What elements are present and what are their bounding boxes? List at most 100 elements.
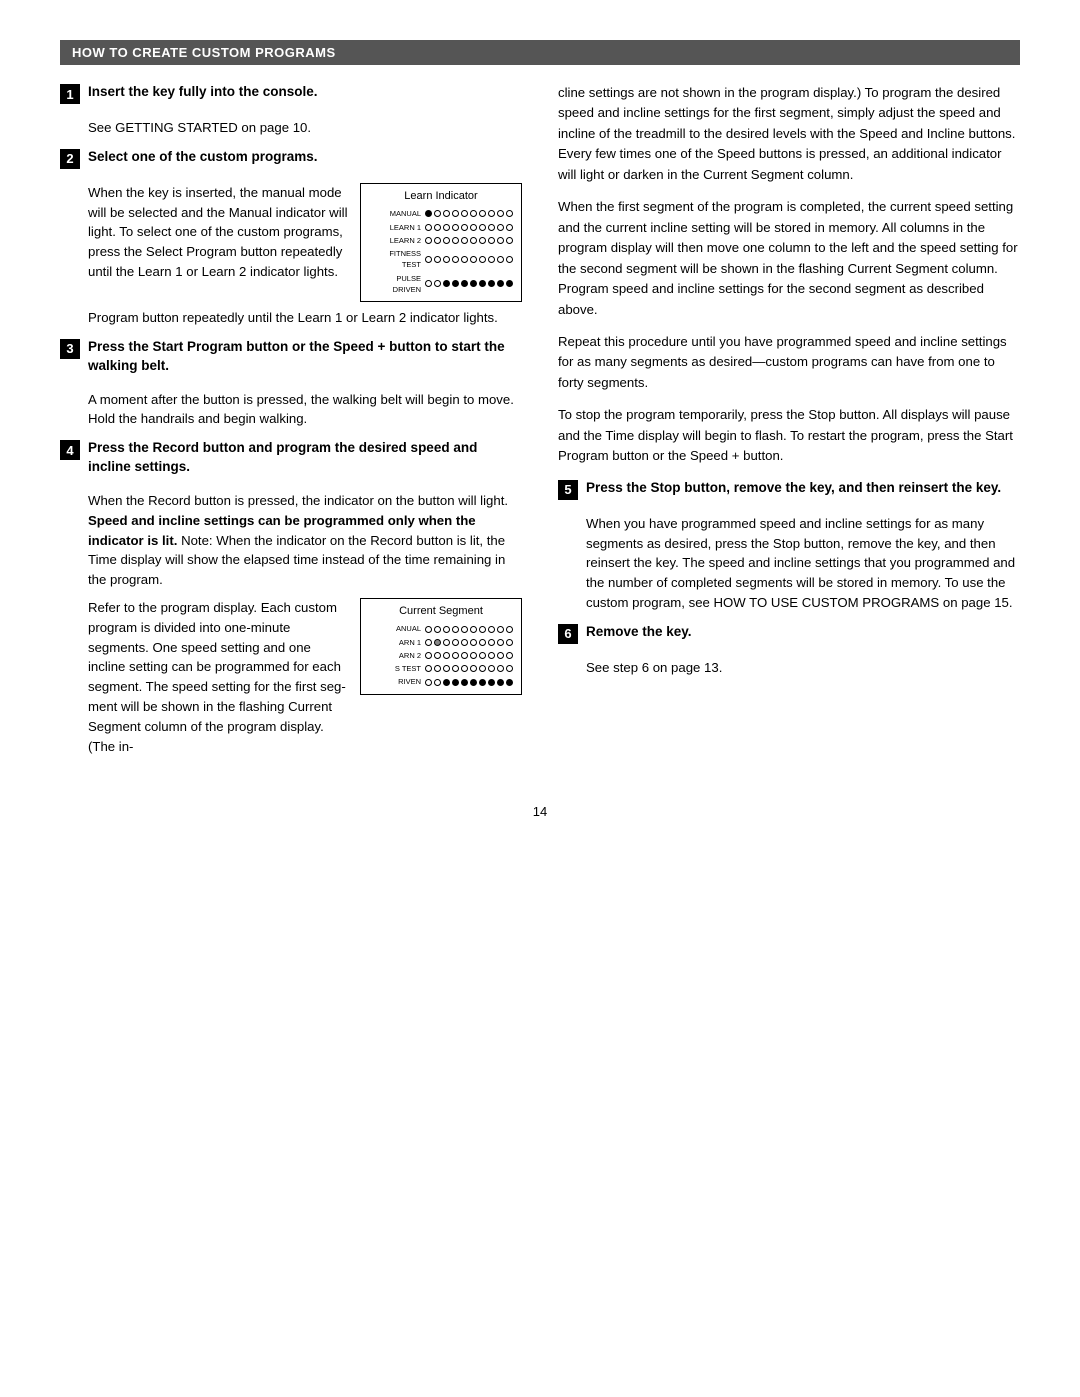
- step-6-body: See step 6 on page 13.: [586, 658, 1020, 678]
- step-1: 1 Insert the key fully into the console.: [60, 83, 522, 104]
- cs-dots-arn2: [425, 652, 513, 659]
- indicator-label-manual: MANUAL: [369, 208, 421, 219]
- step-4-refer: Refer to the program display. Each custo…: [88, 598, 348, 756]
- step-5-title: Press the Stop button, remove the key, a…: [586, 479, 1001, 498]
- step-5-number: 5: [558, 480, 578, 500]
- cs-dots-riven: [425, 679, 513, 686]
- dot: [497, 639, 504, 646]
- right-para3: Repeat this procedure until you have pro…: [558, 332, 1020, 393]
- step-2: 2 Select one of the custom programs.: [60, 148, 522, 169]
- dot: [470, 626, 477, 633]
- step-3-title: Press the Start Program button or the Sp…: [88, 338, 522, 376]
- cs-label-stest: S TEST: [369, 663, 421, 674]
- indicator-row-manual: MANUAL: [369, 208, 513, 219]
- learn-indicator-box: Learn Indicator MANUAL: [360, 183, 522, 302]
- dot: [443, 639, 450, 646]
- step-2-number: 2: [60, 149, 80, 169]
- dot: [461, 237, 468, 244]
- dot: [443, 665, 450, 672]
- step-4-title: Press the Record button and program the …: [88, 439, 522, 477]
- dot: [497, 210, 504, 217]
- step-2-title: Select one of the custom programs.: [88, 148, 318, 167]
- dot: [488, 210, 495, 217]
- dot: [434, 665, 441, 672]
- dot: [452, 237, 459, 244]
- dot-row-pulse: [425, 280, 513, 287]
- dot: [434, 210, 441, 217]
- dot: [452, 224, 459, 231]
- left-column: 1 Insert the key fully into the console.…: [60, 83, 522, 774]
- dot: [470, 210, 477, 217]
- dot: [461, 626, 468, 633]
- dot: [479, 665, 486, 672]
- dot: [434, 639, 441, 646]
- dot: [497, 665, 504, 672]
- step-4-number: 4: [60, 440, 80, 460]
- right-para1: cline settings are not shown in the prog…: [558, 83, 1020, 185]
- two-col-layout: 1 Insert the key fully into the console.…: [60, 83, 1020, 774]
- step-2-text: When the key is inserted, the manual mod…: [88, 183, 348, 282]
- right-para2: When the first segment of the program is…: [558, 197, 1020, 320]
- dot: [488, 679, 495, 686]
- dot: [434, 652, 441, 659]
- dot: [443, 626, 450, 633]
- dot: [425, 679, 432, 686]
- dot: [488, 237, 495, 244]
- dot: [479, 679, 486, 686]
- dot: [452, 652, 459, 659]
- dot: [488, 639, 495, 646]
- dot: [452, 665, 459, 672]
- dot: [497, 626, 504, 633]
- dot: [506, 280, 513, 287]
- step-4-inline-text: Refer to the program display. Each custo…: [88, 598, 348, 764]
- dot: [470, 224, 477, 231]
- dot: [434, 256, 441, 263]
- dot: [488, 256, 495, 263]
- dot: [506, 639, 513, 646]
- step-4-para1: When the Record button is pressed, the i…: [88, 491, 522, 590]
- dot: [461, 256, 468, 263]
- dot: [443, 652, 450, 659]
- dot: [452, 256, 459, 263]
- dot: [479, 280, 486, 287]
- dot: [425, 237, 432, 244]
- dot: [461, 679, 468, 686]
- dot: [479, 639, 486, 646]
- step-3-number: 3: [60, 339, 80, 359]
- dot: [470, 280, 477, 287]
- indicator-label-learn2: LEARN 2: [369, 235, 421, 246]
- step-2-inline: When the key is inserted, the manual mod…: [88, 183, 522, 302]
- dot: [434, 679, 441, 686]
- dot: [434, 224, 441, 231]
- indicator-label-fitness: FITNESS TEST: [369, 248, 421, 271]
- dot-row-manual: [425, 210, 513, 217]
- right-para4: To stop the program temporarily, press t…: [558, 405, 1020, 466]
- step-6: 6 Remove the key.: [558, 623, 1020, 644]
- dot: [461, 210, 468, 217]
- dot: [479, 626, 486, 633]
- dot: [497, 256, 504, 263]
- dot: [425, 224, 432, 231]
- dot: [488, 280, 495, 287]
- dot: [506, 256, 513, 263]
- dot: [506, 224, 513, 231]
- dot-row-fitness: [425, 256, 513, 263]
- dot: [452, 210, 459, 217]
- dot: [461, 224, 468, 231]
- cs-row-stest: S TEST: [369, 663, 513, 674]
- dot: [497, 237, 504, 244]
- dot: [425, 280, 432, 287]
- dot: [434, 237, 441, 244]
- step-3: 3 Press the Start Program button or the …: [60, 338, 522, 376]
- dot: [425, 652, 432, 659]
- dot: [506, 237, 513, 244]
- dot: [470, 237, 477, 244]
- dot: [425, 210, 432, 217]
- dot-row-learn2: [425, 237, 513, 244]
- page-number: 14: [60, 804, 1020, 819]
- cs-row-riven: RIVEN: [369, 676, 513, 687]
- dot: [479, 652, 486, 659]
- dot: [497, 280, 504, 287]
- dot: [488, 626, 495, 633]
- dot: [479, 224, 486, 231]
